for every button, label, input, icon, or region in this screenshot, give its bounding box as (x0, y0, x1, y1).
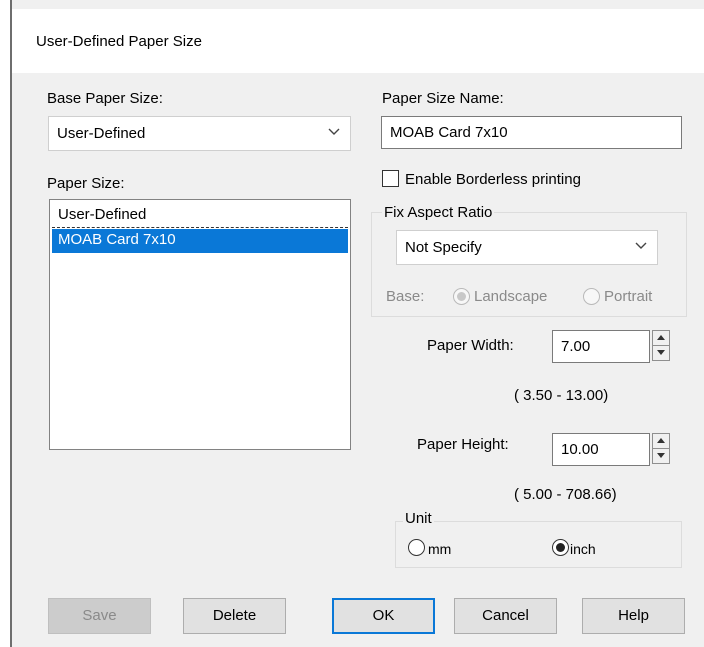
landscape-label[interactable]: Landscape (474, 288, 547, 305)
arrow-down-icon (657, 452, 665, 458)
paper-height-label: Paper Height: (417, 436, 509, 453)
portrait-label[interactable]: Portrait (604, 288, 652, 305)
arrow-up-icon (657, 335, 665, 340)
base-paper-size-label: Base Paper Size: (47, 90, 163, 107)
cancel-button[interactable]: Cancel (454, 598, 557, 634)
inch-radio[interactable] (552, 539, 569, 556)
paper-size-label: Paper Size: (47, 175, 125, 192)
paper-size-name-label: Paper Size Name: (382, 90, 504, 107)
save-button[interactable]: Save (48, 598, 151, 634)
delete-button[interactable]: Delete (183, 598, 286, 634)
window-edge (0, 0, 12, 647)
background-strip (0, 0, 704, 9)
aspect-ratio-value: Not Specify (405, 239, 482, 256)
chevron-down-icon (635, 242, 647, 249)
spin-down[interactable] (653, 346, 669, 361)
spin-up[interactable] (653, 434, 669, 449)
list-item[interactable]: User-Defined (52, 204, 348, 228)
title-bar[interactable]: User-Defined Paper Size (12, 9, 704, 73)
base-paper-size-value: User-Defined (57, 125, 146, 142)
paper-width-spinner[interactable] (652, 330, 670, 361)
dialog-title: User-Defined Paper Size (36, 33, 202, 50)
spin-down[interactable] (653, 449, 669, 464)
paper-height-range: ( 5.00 - 708.66) (514, 486, 617, 503)
borderless-label[interactable]: Enable Borderless printing (405, 171, 581, 188)
paper-height-input[interactable]: 10.00 (552, 433, 650, 466)
paper-height-value: 10.00 (561, 441, 599, 458)
aspect-base-label: Base: (386, 288, 425, 305)
landscape-radio[interactable] (453, 288, 470, 305)
list-item-selected[interactable]: MOAB Card 7x10 (52, 229, 348, 253)
paper-size-name-value: MOAB Card 7x10 (390, 124, 508, 141)
base-paper-size-dropdown[interactable]: User-Defined (48, 116, 351, 151)
fix-aspect-ratio-label: Fix Aspect Ratio (382, 204, 495, 221)
arrow-down-icon (657, 349, 665, 355)
portrait-radio[interactable] (583, 288, 600, 305)
paper-height-spinner[interactable] (652, 433, 670, 464)
borderless-checkbox[interactable] (382, 170, 399, 187)
inch-label[interactable]: inch (570, 541, 596, 557)
paper-width-range: ( 3.50 - 13.00) (514, 387, 609, 404)
arrow-up-icon (657, 438, 665, 443)
ok-button[interactable]: OK (332, 598, 435, 634)
mm-label[interactable]: mm (428, 541, 451, 557)
user-defined-paper-size-dialog: User-Defined Paper Size Base Paper Size:… (12, 9, 704, 647)
paper-width-input[interactable]: 7.00 (552, 330, 650, 363)
paper-size-name-input[interactable]: MOAB Card 7x10 (381, 116, 682, 149)
spin-up[interactable] (653, 331, 669, 346)
help-button[interactable]: Help (582, 598, 685, 634)
mm-radio[interactable] (408, 539, 425, 556)
chevron-down-icon (328, 128, 340, 135)
paper-size-list[interactable]: User-Defined MOAB Card 7x10 (49, 199, 351, 450)
aspect-ratio-dropdown[interactable]: Not Specify (396, 230, 658, 265)
paper-width-value: 7.00 (561, 338, 591, 355)
paper-width-label: Paper Width: (427, 337, 514, 354)
unit-label: Unit (403, 510, 434, 527)
